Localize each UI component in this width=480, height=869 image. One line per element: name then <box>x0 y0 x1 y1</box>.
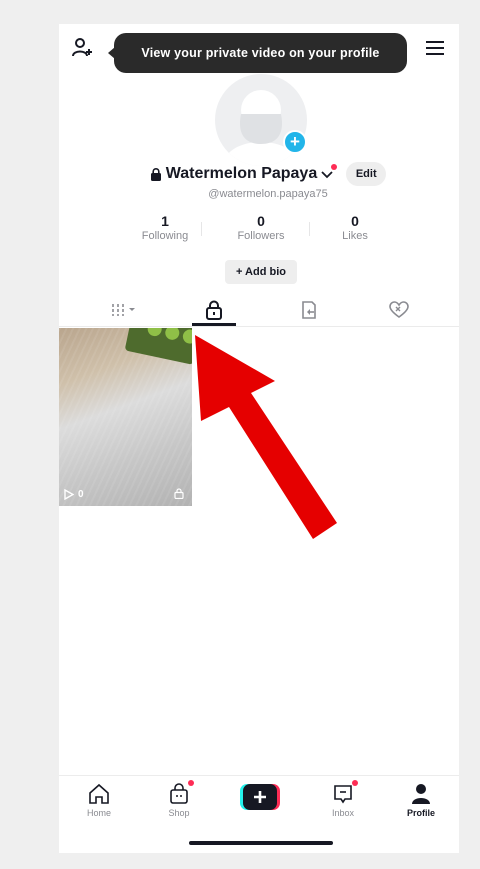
phone-screen: View your private video on your profile … <box>59 24 459 853</box>
edit-profile-button[interactable]: Edit <box>346 162 387 186</box>
name-row: Watermelon Papaya Edit <box>59 161 459 187</box>
stat-followers[interactable]: 0 Followers <box>221 212 301 243</box>
lock-icon <box>206 300 222 320</box>
add-avatar-button[interactable]: + <box>283 130 307 154</box>
lock-icon <box>150 167 161 181</box>
video-view-count: 0 <box>64 489 84 500</box>
private-video-tooltip[interactable]: View your private video on your profile <box>108 33 407 73</box>
stat-likes[interactable]: 0 Likes <box>315 212 395 243</box>
nav-shop-label: Shop <box>168 808 190 818</box>
following-label: Following <box>141 230 189 242</box>
profile-icon <box>412 784 430 804</box>
nav-inbox[interactable]: Inbox <box>313 780 373 826</box>
home-indicator <box>189 841 333 845</box>
hamburger-menu-icon <box>426 41 444 55</box>
nav-profile-label: Profile <box>406 808 435 818</box>
username: @watermelon.papaya75 <box>208 188 328 200</box>
shopping-bag-icon <box>170 783 188 804</box>
notification-dot <box>352 780 358 786</box>
inbox-icon <box>334 785 352 804</box>
lock-icon <box>174 488 184 499</box>
liked-icon <box>389 301 409 318</box>
menu-button[interactable] <box>423 36 447 60</box>
notification-dot <box>331 164 338 170</box>
profile-tabs <box>59 293 459 327</box>
add-bio-button[interactable]: + Add bio <box>225 260 297 284</box>
following-count: 1 <box>161 213 169 229</box>
nav-inbox-label: Inbox <box>331 808 355 818</box>
video-thumbnail[interactable]: 0 <box>59 328 192 506</box>
add-user-icon <box>72 38 92 57</box>
plus-icon <box>240 784 280 810</box>
followers-count: 0 <box>257 213 265 229</box>
nav-shop[interactable]: Shop <box>149 780 209 826</box>
nav-home[interactable]: Home <box>69 782 129 826</box>
profile-stats: 1 Following 0 Followers 0 Likes <box>59 212 459 252</box>
home-icon <box>89 783 109 804</box>
notification-dot <box>188 780 194 786</box>
nav-home-label: Home <box>86 808 111 818</box>
likes-label: Likes <box>342 230 368 242</box>
likes-count: 0 <box>351 213 359 229</box>
followers-label: Followers <box>237 230 285 242</box>
display-name[interactable]: Watermelon Papaya <box>166 165 317 183</box>
repost-icon <box>302 301 316 319</box>
stat-divider <box>309 222 310 236</box>
play-icon <box>64 489 74 500</box>
stat-divider <box>201 222 202 236</box>
top-bar: View your private video on your profile <box>59 24 459 74</box>
grid-icon <box>112 304 135 316</box>
active-tab-indicator <box>192 323 236 326</box>
stat-following[interactable]: 1 Following <box>125 212 205 243</box>
annotation-arrow <box>195 335 337 539</box>
tab-liked[interactable] <box>359 293 439 327</box>
create-button[interactable] <box>240 784 280 810</box>
nav-profile[interactable]: Profile <box>391 782 451 826</box>
tab-private[interactable] <box>174 293 254 327</box>
tab-videos[interactable] <box>85 293 165 327</box>
tab-reposts[interactable] <box>269 293 349 327</box>
add-user-button[interactable] <box>71 36 95 60</box>
account-switch-toggle[interactable] <box>320 164 338 181</box>
